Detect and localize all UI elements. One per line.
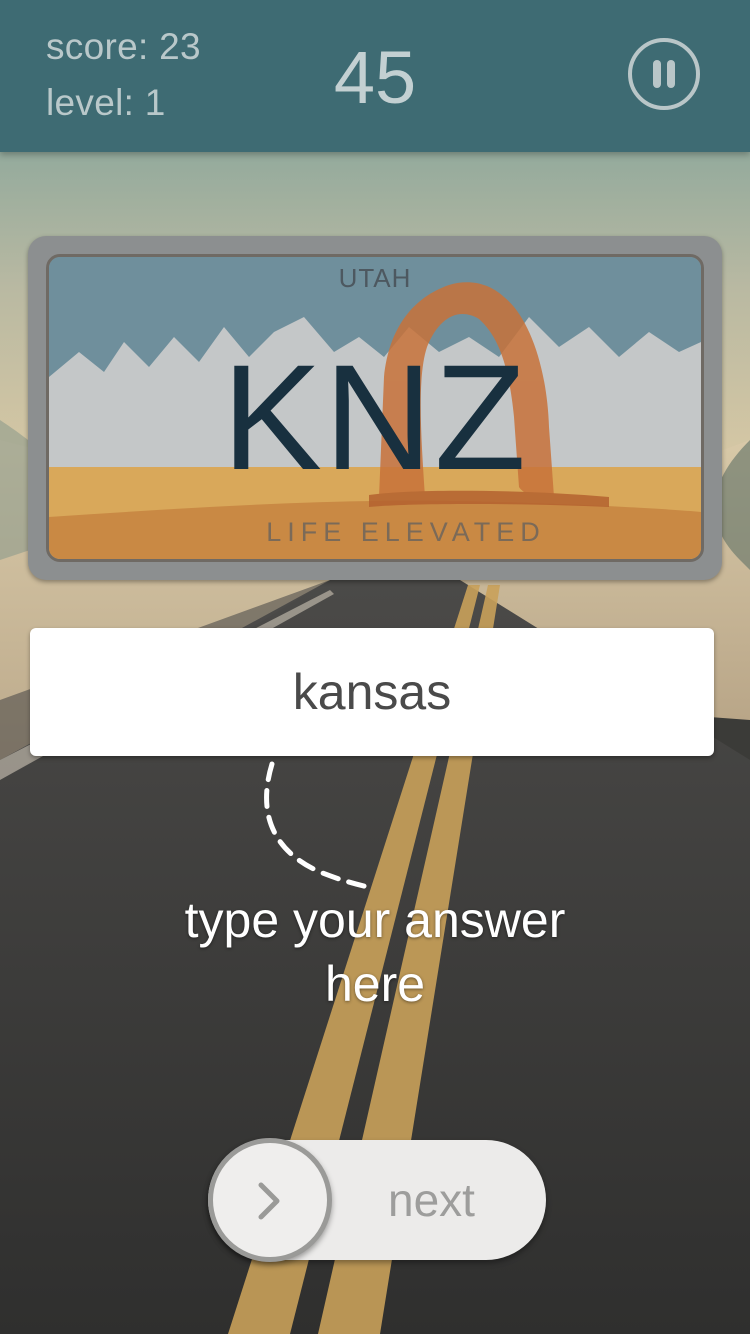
hint-line-2: here: [324, 956, 426, 1012]
hint-text: type your answer here: [0, 888, 750, 1016]
hint-line-1: type your answer: [184, 892, 566, 948]
chevron-right-icon: [258, 1182, 280, 1220]
next-label: next: [388, 1174, 475, 1226]
hint-dashed-arrow: [264, 761, 375, 891]
next-knob[interactable]: [208, 1138, 332, 1262]
next-button[interactable]: next: [208, 1138, 546, 1262]
game-screen: score: 23 level: 1 45 UTAH KNZ LIFE ELEV…: [0, 0, 750, 1334]
